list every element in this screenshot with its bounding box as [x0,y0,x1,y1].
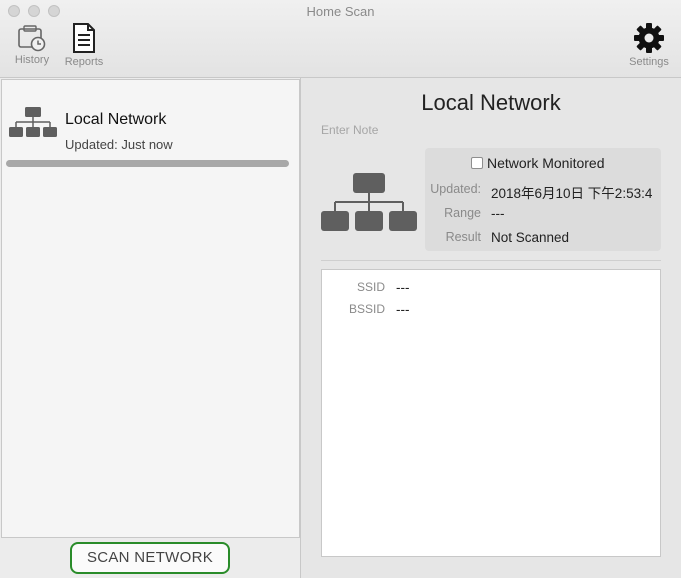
network-monitored-label: Network Monitored [487,155,605,171]
scan-network-button[interactable]: SCAN NETWORK [70,542,230,574]
network-topology-icon [321,173,417,231]
network-sidebar: Local Network Updated: Just now SCAN NET… [0,78,300,578]
gear-icon [634,23,664,53]
network-monitored-toggle[interactable]: Network Monitored [471,155,605,171]
window-title: Home Scan [306,4,375,19]
history-button[interactable]: History [10,24,54,66]
network-topology-icon [9,107,57,137]
scan-progress-fill [6,160,289,167]
bssid-value: --- [396,302,410,317]
settings-label: Settings [629,56,669,68]
result-value: Not Scanned [491,230,570,245]
wifi-details-panel: SSID --- BSSID --- [321,269,661,557]
network-list[interactable]: Local Network Updated: Just now [1,79,300,538]
history-label: History [14,54,50,66]
reports-label: Reports [64,56,104,68]
ssid-value: --- [396,280,410,295]
network-updated-status: Updated: Just now [65,137,173,152]
range-value: --- [491,206,505,221]
calendar-clock-icon [18,25,46,52]
ssid-label: SSID [356,280,385,294]
updated-label: Updated: [430,182,481,196]
network-monitored-checkbox[interactable] [471,157,483,169]
document-icon [73,23,95,53]
reports-button[interactable]: Reports [60,23,108,68]
network-name: Local Network [65,111,167,128]
result-label: Result [445,230,481,244]
bssid-label: BSSID [348,302,385,316]
window-toolbar: Home Scan History Reports Settings [0,0,681,78]
note-field[interactable]: Enter Note [321,123,378,137]
network-detail-pane: Local Network Enter Note Network Monitor… [301,78,681,578]
range-label: Range [444,206,481,220]
detail-title: Local Network [421,90,561,115]
network-list-item[interactable]: Local Network Updated: Just now [2,80,299,172]
network-info-panel: Network Monitored Updated: 2018年6月10日 下午… [425,148,661,251]
settings-button[interactable]: Settings [624,23,674,68]
updated-value: 2018年6月10日 下午2:53:4 [491,186,653,201]
scan-progress-bar [6,160,289,167]
section-separator [321,260,661,261]
